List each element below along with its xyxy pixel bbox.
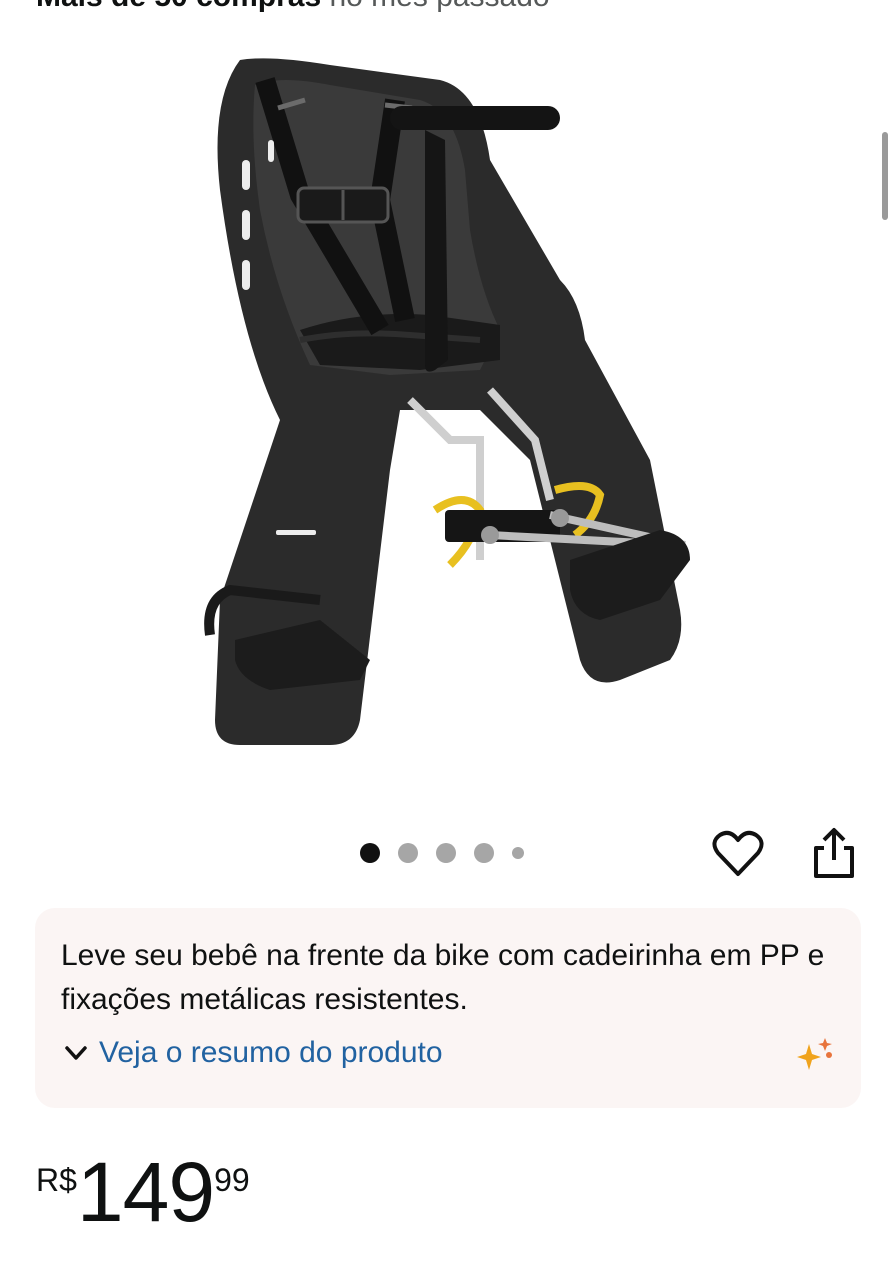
product-page: Mais de 50 compras no mês passado xyxy=(0,0,896,1280)
price-whole: 149 xyxy=(76,1145,215,1239)
sales-count: Mais de 50 compras xyxy=(36,0,321,13)
chevron-down-icon xyxy=(65,1046,87,1060)
product-price: R$ 149 99 xyxy=(36,1150,250,1234)
carousel-dot[interactable] xyxy=(512,847,524,859)
see-summary-label[interactable]: Veja o resumo do produto xyxy=(99,1036,443,1070)
product-summary-card: Leve seu bebê na frente da bike com cade… xyxy=(35,908,861,1108)
carousel-dot[interactable] xyxy=(474,843,494,863)
scrollbar[interactable] xyxy=(882,132,888,220)
sparkle-icon xyxy=(797,1038,832,1070)
sales-suffix: no mês passado xyxy=(321,0,549,13)
product-image[interactable] xyxy=(180,40,720,770)
see-summary-link[interactable]: Veja o resumo do produto xyxy=(63,1036,443,1070)
carousel-dot[interactable] xyxy=(436,843,456,863)
carousel-dots[interactable] xyxy=(360,843,524,863)
price-currency: R$ xyxy=(36,1162,77,1198)
heart-icon[interactable] xyxy=(712,828,764,880)
carousel-dot[interactable] xyxy=(398,843,418,863)
carousel-dot-active[interactable] xyxy=(360,843,380,863)
sales-info: Mais de 50 compras no mês passado xyxy=(36,0,550,12)
share-icon[interactable] xyxy=(810,826,858,880)
price-fraction: 99 xyxy=(214,1162,250,1198)
summary-text: Leve seu bebê na frente da bike com cade… xyxy=(61,939,825,1016)
